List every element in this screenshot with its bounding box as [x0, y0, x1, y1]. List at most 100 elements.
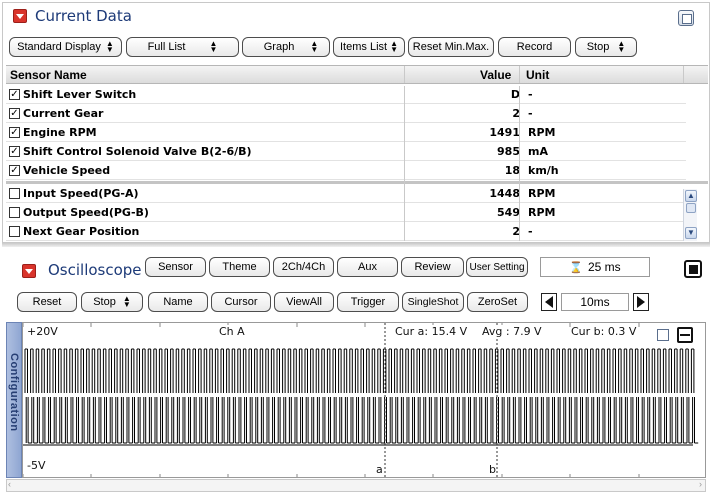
- panel-splitter[interactable]: [2, 243, 710, 247]
- scope-stop-select[interactable]: Stop ▲ ▼: [81, 292, 143, 312]
- sensor-name: Current Gear: [23, 107, 104, 120]
- table-row[interactable]: Next Gear Position 2-: [6, 223, 686, 241]
- column-unit: Unit: [526, 68, 550, 82]
- time-per-div-display: ⌛ 25 ms: [540, 257, 650, 277]
- updown-arrows-icon: ▲ ▼: [209, 39, 218, 54]
- cursor-a-marker[interactable]: a: [376, 463, 383, 476]
- cursor-b-marker[interactable]: b: [489, 463, 496, 476]
- scroll-right-icon[interactable]: ›: [699, 479, 702, 489]
- waveform-graph: [23, 323, 699, 477]
- viewall-button[interactable]: ViewAll: [274, 292, 334, 312]
- checked-rows: ✓ Shift Lever Switch D - ✓ Current Gear 2- ✓ Eng…: [6, 86, 708, 181]
- current-data-title: Current Data: [35, 7, 132, 25]
- items-list-select[interactable]: Items List ▲ ▼: [333, 37, 405, 57]
- updown-arrows-icon: ▲ ▼: [390, 39, 398, 54]
- scroll-up-icon[interactable]: ▲: [685, 190, 697, 202]
- sensor-value: 1448: [489, 187, 520, 200]
- singleshot-button[interactable]: SingleShot: [402, 292, 464, 312]
- unchecked-checkbox[interactable]: [9, 226, 20, 237]
- sensor-value: 1491: [489, 126, 520, 139]
- sensor-name: Vehicle Speed: [23, 164, 111, 177]
- time-increase-icon[interactable]: [633, 293, 649, 311]
- checked-checkbox[interactable]: ✓: [9, 108, 20, 119]
- sensor-name: Shift Lever Switch: [23, 88, 137, 101]
- sensor-unit: RPM: [528, 126, 556, 139]
- unchecked-checkbox[interactable]: [9, 188, 20, 199]
- sensor-unit: -: [528, 225, 533, 238]
- table-row[interactable]: ✓ Shift Lever Switch D -: [6, 86, 686, 104]
- scroll-down-icon[interactable]: ▼: [685, 227, 697, 239]
- current-data-panel: Current Data Standard Display ▲ ▼ Full Lis…: [2, 2, 710, 243]
- stop-select[interactable]: Stop ▲ ▼: [575, 37, 637, 57]
- reset-button[interactable]: Reset: [17, 292, 77, 312]
- sensor-unit: km/h: [528, 164, 559, 177]
- average-readout: Avg : 7.9 V: [482, 325, 542, 338]
- cursor-b-readout: Cur b: 0.3 V: [571, 325, 637, 338]
- sensor-name: Shift Control Solenoid Valve B(2-6/B): [23, 145, 252, 158]
- trigger-button[interactable]: Trigger: [337, 292, 399, 312]
- table-row[interactable]: ✓ Current Gear 2-: [6, 105, 686, 123]
- aux-button[interactable]: Aux: [337, 257, 398, 277]
- sensor-name: Engine RPM: [23, 126, 97, 139]
- time-decrease-icon[interactable]: [541, 293, 557, 311]
- table-row[interactable]: ✓ Shift Control Solenoid Valve B(2-6/B) 98…: [6, 143, 686, 161]
- oscilloscope-display[interactable]: +20V Ch A Cur a: 15.4 V Avg : 7.9 V Cur …: [22, 322, 706, 478]
- y-max-label: +20V: [27, 325, 58, 338]
- scope-horizontal-scrollbar[interactable]: ‹ ›: [6, 479, 706, 492]
- scope-window-icon[interactable]: [657, 329, 669, 341]
- sensor-value: 985: [497, 145, 520, 158]
- list-mode-select[interactable]: Full List ▲ ▼: [126, 37, 239, 57]
- reset-minmax-button[interactable]: Reset Min.Max.: [408, 37, 494, 57]
- name-button[interactable]: Name: [148, 292, 208, 312]
- hourglass-icon: ⌛: [569, 261, 583, 274]
- table-row[interactable]: Input Speed(PG-A) 1448 RPM: [6, 185, 686, 203]
- sensor-unit: mA: [528, 145, 548, 158]
- fixed-section-divider: [6, 181, 708, 184]
- sensor-unit: -: [528, 88, 533, 101]
- user-setting-button[interactable]: User Setting: [466, 257, 528, 277]
- record-button[interactable]: Record: [498, 37, 571, 57]
- table-row[interactable]: ✓ Vehicle Speed 18 km/h: [6, 162, 686, 180]
- table-header: Sensor Name Value Unit: [6, 65, 708, 84]
- maximize-icon[interactable]: [678, 10, 694, 26]
- cursor-button[interactable]: Cursor: [211, 292, 271, 312]
- sensor-value: 18: [504, 164, 520, 177]
- oscilloscope-title: Oscilloscope: [48, 261, 142, 279]
- scroll-left-icon[interactable]: ‹: [8, 479, 11, 489]
- channel-count-button[interactable]: 2Ch/4Ch: [273, 257, 334, 277]
- sensor-value: 549: [497, 206, 520, 219]
- sensor-table: Sensor Name Value Unit ✓ Shift Lever Swit…: [6, 65, 708, 241]
- y-min-label: -5V: [27, 459, 46, 472]
- display-mode-select[interactable]: Standard Display ▲ ▼: [9, 37, 122, 57]
- view-mode-select[interactable]: Graph ▲ ▼: [242, 37, 330, 57]
- table-scrollbar[interactable]: ▲ ▼: [683, 189, 697, 241]
- table-row[interactable]: Output Speed(PG-B) 549 RPM: [6, 204, 686, 222]
- updown-arrows-icon: ▲ ▼: [310, 39, 319, 54]
- collapse-current-data-icon[interactable]: [13, 9, 27, 23]
- channel-label: Ch A: [219, 325, 245, 338]
- scroll-thumb[interactable]: [686, 203, 696, 213]
- column-value: Value: [480, 68, 512, 82]
- cursor-a-readout: Cur a: 15.4 V: [395, 325, 468, 338]
- configuration-tab[interactable]: Configuration: [6, 322, 22, 478]
- unchecked-checkbox[interactable]: [9, 207, 20, 218]
- checked-checkbox[interactable]: ✓: [9, 165, 20, 176]
- zeroset-button[interactable]: ZeroSet: [467, 292, 528, 312]
- updown-arrows-icon: ▲ ▼: [617, 39, 626, 54]
- scope-split-icon[interactable]: [677, 327, 693, 343]
- sensor-button[interactable]: Sensor: [145, 257, 206, 277]
- sensor-unit: RPM: [528, 206, 556, 219]
- checked-checkbox[interactable]: ✓: [9, 146, 20, 157]
- sensor-unit: RPM: [528, 187, 556, 200]
- theme-button[interactable]: Theme: [209, 257, 270, 277]
- review-button[interactable]: Review: [401, 257, 464, 277]
- column-sensor-name: Sensor Name: [10, 68, 87, 82]
- updown-arrows-icon: ▲ ▼: [122, 294, 131, 309]
- checked-checkbox[interactable]: ✓: [9, 89, 20, 100]
- checked-checkbox[interactable]: ✓: [9, 127, 20, 138]
- unchecked-rows: Input Speed(PG-A) 1448 RPM Output Speed(PG-…: [6, 185, 686, 241]
- oscilloscope-stop-icon[interactable]: [684, 260, 702, 278]
- table-row[interactable]: ✓ Engine RPM 1491 RPM: [6, 124, 686, 142]
- sensor-name: Input Speed(PG-A): [23, 187, 139, 200]
- collapse-oscilloscope-icon[interactable]: [22, 264, 36, 278]
